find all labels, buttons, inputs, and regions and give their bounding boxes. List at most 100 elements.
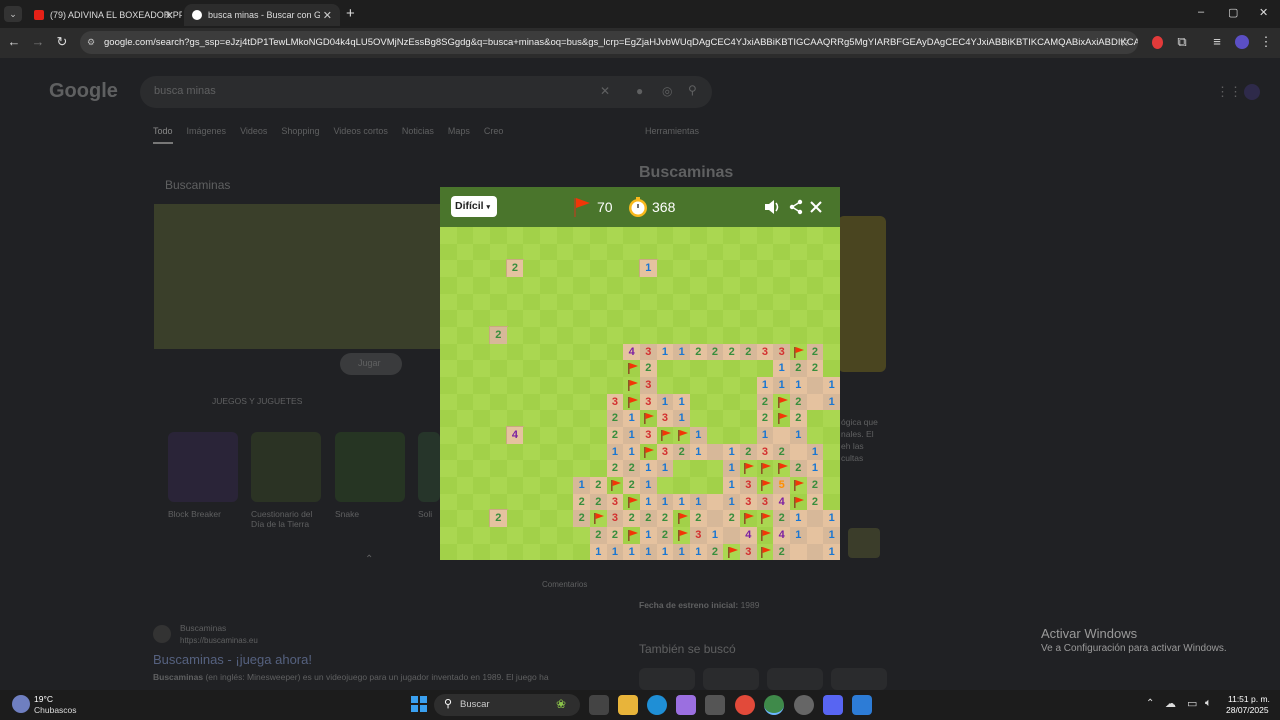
- unrevealed-cell[interactable]: [706, 360, 724, 377]
- unrevealed-cell[interactable]: [506, 527, 524, 544]
- unrevealed-cell[interactable]: [623, 310, 640, 327]
- unrevealed-cell[interactable]: [573, 327, 590, 344]
- revealed-number-cell[interactable]: 2: [756, 393, 774, 411]
- taskbar-search[interactable]: ⚲ Buscar ❀: [434, 694, 580, 716]
- unrevealed-cell[interactable]: [440, 393, 457, 411]
- game-preview-image[interactable]: [154, 204, 440, 349]
- unrevealed-cell[interactable]: [706, 377, 724, 394]
- unrevealed-cell[interactable]: [490, 310, 507, 327]
- unrevealed-cell[interactable]: [490, 243, 507, 261]
- unrevealed-cell[interactable]: [523, 460, 540, 477]
- revealed-number-cell[interactable]: 2: [623, 460, 640, 477]
- close-tab-icon[interactable]: ✕: [323, 9, 332, 22]
- unrevealed-cell[interactable]: [540, 327, 557, 344]
- unrevealed-cell[interactable]: [506, 510, 524, 527]
- unrevealed-cell[interactable]: [440, 543, 457, 560]
- unrevealed-cell[interactable]: [773, 243, 790, 261]
- unrevealed-cell[interactable]: [456, 427, 474, 444]
- side-thumbnail[interactable]: [848, 528, 880, 558]
- unrevealed-cell[interactable]: [690, 460, 707, 477]
- unrevealed-cell[interactable]: [673, 460, 690, 477]
- unrevealed-cell[interactable]: [606, 310, 624, 327]
- unrevealed-cell[interactable]: [556, 260, 574, 277]
- revealed-empty-cell[interactable]: [806, 393, 824, 411]
- chrome-icon[interactable]: [735, 695, 755, 715]
- unrevealed-cell[interactable]: [673, 260, 690, 277]
- unrevealed-cell[interactable]: [556, 360, 574, 377]
- unrevealed-cell[interactable]: [673, 243, 690, 261]
- unrevealed-cell[interactable]: [806, 327, 824, 344]
- unrevealed-cell[interactable]: [490, 527, 507, 544]
- revealed-number-cell[interactable]: 3: [640, 427, 657, 444]
- unrevealed-cell[interactable]: [523, 443, 540, 461]
- unrevealed-cell[interactable]: [523, 527, 540, 544]
- revealed-number-cell[interactable]: 1: [790, 377, 807, 394]
- revealed-number-cell[interactable]: 1: [623, 427, 640, 444]
- sound-icon[interactable]: [763, 198, 781, 216]
- unrevealed-cell[interactable]: [440, 293, 457, 311]
- unrevealed-cell[interactable]: [506, 360, 524, 377]
- revealed-number-cell[interactable]: 2: [690, 510, 707, 527]
- unrevealed-cell[interactable]: [640, 227, 657, 244]
- unrevealed-cell[interactable]: [690, 293, 707, 311]
- unrevealed-cell[interactable]: [440, 460, 457, 477]
- revealed-number-cell[interactable]: 1: [656, 543, 674, 560]
- unrevealed-cell[interactable]: [573, 260, 590, 277]
- unrevealed-cell[interactable]: [506, 443, 524, 461]
- unrevealed-cell[interactable]: [490, 377, 507, 394]
- app-icon[interactable]: [852, 695, 872, 715]
- revealed-number-cell[interactable]: 1: [823, 510, 840, 527]
- unrevealed-cell[interactable]: [673, 327, 690, 344]
- unrevealed-cell[interactable]: [723, 277, 740, 294]
- unrevealed-cell[interactable]: [640, 243, 657, 261]
- unrevealed-cell[interactable]: [590, 443, 607, 461]
- unrevealed-cell[interactable]: [590, 243, 607, 261]
- reload-icon[interactable]: ↻: [54, 34, 70, 50]
- unrevealed-cell[interactable]: [723, 393, 740, 411]
- clock-time[interactable]: 11:51 p. m.: [1228, 694, 1270, 704]
- unrevealed-cell[interactable]: [540, 427, 557, 444]
- unrevealed-cell[interactable]: [573, 343, 590, 361]
- unrevealed-cell[interactable]: [440, 377, 457, 394]
- unrevealed-cell[interactable]: [740, 260, 757, 277]
- unrevealed-cell[interactable]: [523, 393, 540, 411]
- unrevealed-cell[interactable]: [456, 260, 474, 277]
- game-card-earth-day-quiz[interactable]: [251, 432, 321, 502]
- unrevealed-cell[interactable]: [590, 227, 607, 244]
- unrevealed-cell[interactable]: [606, 327, 624, 344]
- unrevealed-cell[interactable]: [490, 443, 507, 461]
- unrevealed-cell[interactable]: [590, 427, 607, 444]
- unrevealed-cell[interactable]: [606, 377, 624, 394]
- unrevealed-cell[interactable]: [556, 377, 574, 394]
- unrevealed-cell[interactable]: [740, 310, 757, 327]
- unrevealed-cell[interactable]: [706, 260, 724, 277]
- revealed-number-cell[interactable]: 1: [806, 460, 824, 477]
- unrevealed-cell[interactable]: [706, 427, 724, 444]
- unrevealed-cell[interactable]: [440, 427, 457, 444]
- flagged-cell[interactable]: [656, 427, 674, 444]
- revealed-number-cell[interactable]: 1: [823, 377, 840, 394]
- revealed-number-cell[interactable]: 2: [773, 510, 790, 527]
- revealed-number-cell[interactable]: 1: [690, 493, 707, 511]
- revealed-number-cell[interactable]: 4: [505, 426, 525, 445]
- unrevealed-cell[interactable]: [590, 360, 607, 377]
- unrevealed-cell[interactable]: [790, 243, 807, 261]
- unrevealed-cell[interactable]: [473, 527, 490, 544]
- unrevealed-cell[interactable]: [473, 343, 490, 361]
- unrevealed-cell[interactable]: [456, 327, 474, 344]
- revealed-number-cell[interactable]: 1: [656, 343, 674, 361]
- comments-link[interactable]: Comentarios: [542, 580, 587, 589]
- also-searched-item[interactable]: [703, 668, 759, 690]
- unrevealed-cell[interactable]: [456, 310, 474, 327]
- unrevealed-cell[interactable]: [540, 510, 557, 527]
- tab-shopping[interactable]: Shopping: [281, 126, 319, 144]
- unrevealed-cell[interactable]: [506, 310, 524, 327]
- result-title[interactable]: Buscaminas - ¡juega ahora!: [153, 652, 312, 667]
- revealed-number-cell[interactable]: 1: [673, 543, 690, 560]
- unrevealed-cell[interactable]: [540, 227, 557, 244]
- unrevealed-cell[interactable]: [690, 360, 707, 377]
- unrevealed-cell[interactable]: [823, 493, 840, 511]
- unrevealed-cell[interactable]: [606, 260, 624, 277]
- unrevealed-cell[interactable]: [606, 343, 624, 361]
- unrevealed-cell[interactable]: [823, 427, 840, 444]
